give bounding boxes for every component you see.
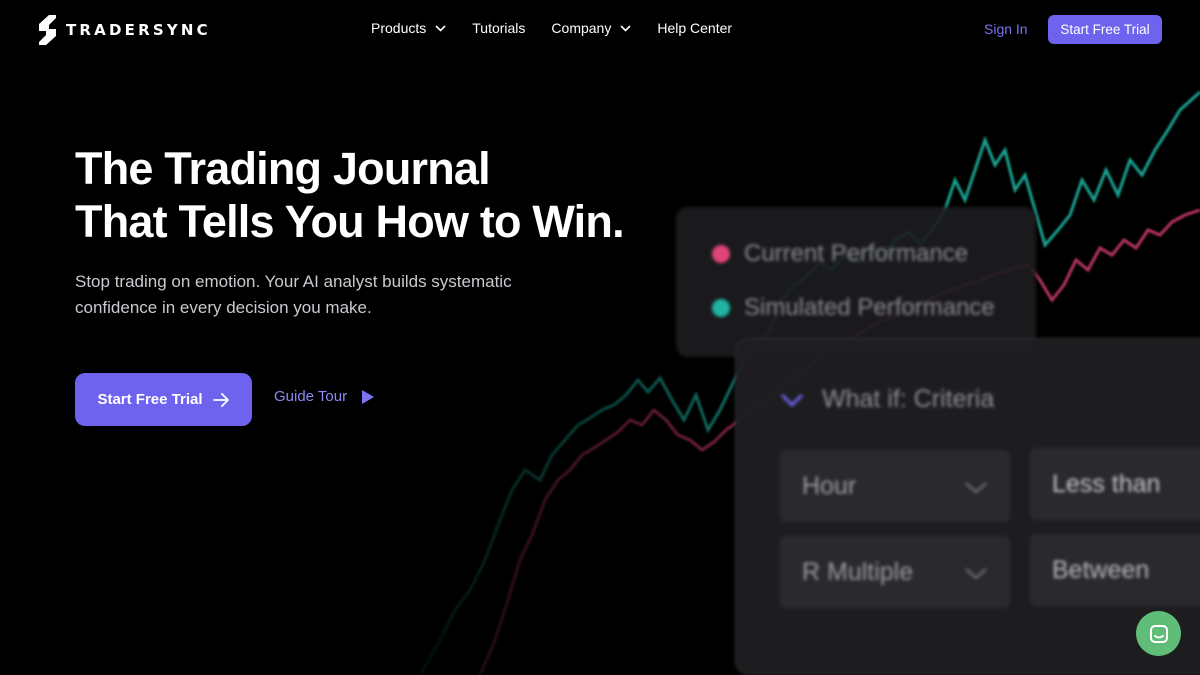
criteria-title-label: What if: Criteria bbox=[822, 385, 995, 413]
legend-dot-simulated bbox=[712, 299, 730, 317]
legend-item-simulated: Simulated Performance bbox=[712, 294, 995, 322]
criteria-title: What if: Criteria bbox=[780, 385, 994, 414]
criteria-field-label: Between bbox=[1052, 555, 1150, 584]
menu-item-help-center[interactable]: Help Center bbox=[657, 20, 732, 36]
criteria-field-label: R Multiple bbox=[802, 557, 914, 586]
legend-dot-current bbox=[712, 245, 730, 263]
chat-launcher-button[interactable] bbox=[1136, 611, 1181, 656]
legend-label: Simulated Performance bbox=[744, 294, 995, 321]
chevron-down-icon bbox=[965, 568, 987, 580]
hero-subtitle: Stop trading on emotion. Your AI analyst… bbox=[75, 272, 512, 317]
hero-title-line-2: That Tells You How to Win. bbox=[75, 196, 625, 247]
hero-cta-label: Start Free Trial bbox=[97, 391, 203, 408]
menu-item-company[interactable]: Company bbox=[551, 20, 631, 36]
brand-name: TRADERSYNC bbox=[66, 21, 211, 39]
menu-item-label: Company bbox=[551, 20, 612, 36]
menu-item-tutorials[interactable]: Tutorials bbox=[472, 20, 525, 36]
menu-item-products[interactable]: Products bbox=[371, 20, 446, 36]
menu-item-label: Help Center bbox=[657, 20, 733, 36]
criteria-field-less-than: Less than bbox=[1030, 448, 1200, 520]
hero-title: The Trading Journal That Tells You How t… bbox=[75, 142, 625, 248]
what-if-criteria-card: What if: Criteria Hour Less than R Multi… bbox=[735, 338, 1200, 675]
chat-icon bbox=[1149, 624, 1168, 643]
start-free-trial-button[interactable]: Start Free Trial bbox=[1048, 15, 1162, 44]
menu-item-label: Products bbox=[371, 20, 427, 36]
guide-tour-label: Guide Tour bbox=[274, 388, 348, 405]
menu-item-label: Tutorials bbox=[472, 20, 526, 36]
arrow-right-icon bbox=[212, 392, 229, 407]
sign-in-link[interactable]: Sign In bbox=[984, 21, 1028, 37]
criteria-field-hour: Hour bbox=[780, 450, 1010, 522]
chevron-down-icon bbox=[780, 393, 804, 407]
performance-legend-card: Current Performance Simulated Performanc… bbox=[676, 207, 1036, 357]
legend-item-current: Current Performance bbox=[712, 240, 968, 268]
legend-label: Current Performance bbox=[744, 240, 969, 267]
hero-title-line-1: The Trading Journal bbox=[75, 143, 491, 194]
criteria-field-label: Hour bbox=[802, 471, 857, 500]
guide-tour-button[interactable]: Guide Tour bbox=[274, 388, 375, 405]
chevron-down-icon bbox=[435, 24, 446, 32]
hero-start-free-trial-button[interactable]: Start Free Trial bbox=[75, 373, 252, 426]
top-nav: TRADERSYNC Products Tutorials Company He… bbox=[0, 0, 1200, 60]
tradersync-logo-icon bbox=[39, 15, 56, 45]
chevron-down-icon bbox=[965, 482, 987, 494]
criteria-field-r-multiple: R Multiple bbox=[780, 536, 1010, 608]
chevron-down-icon bbox=[620, 24, 631, 32]
play-icon bbox=[362, 389, 375, 404]
main-menu: Products Tutorials Company Help Center bbox=[371, 20, 732, 36]
criteria-field-between: Between bbox=[1030, 534, 1200, 606]
brand-logo[interactable]: TRADERSYNC bbox=[37, 15, 211, 45]
criteria-field-label: Less than bbox=[1052, 469, 1161, 498]
